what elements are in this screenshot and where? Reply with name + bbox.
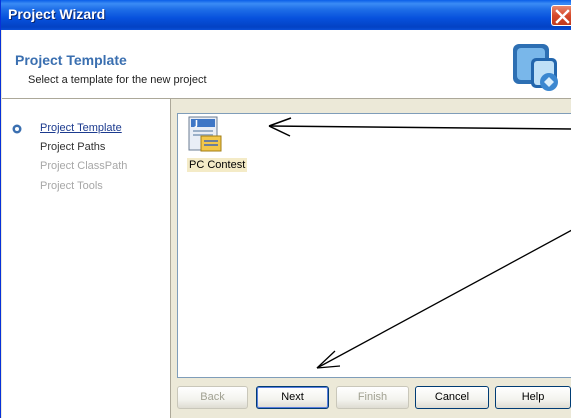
wizard-window: Project Wizard Project Template Select a… [0,0,571,418]
arrowhead-template-icon [268,117,292,137]
arrow-to-next [316,229,571,369]
arrow-to-template [268,125,571,130]
arrowhead-next-icon [316,350,341,369]
annotation-arrows [268,117,571,369]
